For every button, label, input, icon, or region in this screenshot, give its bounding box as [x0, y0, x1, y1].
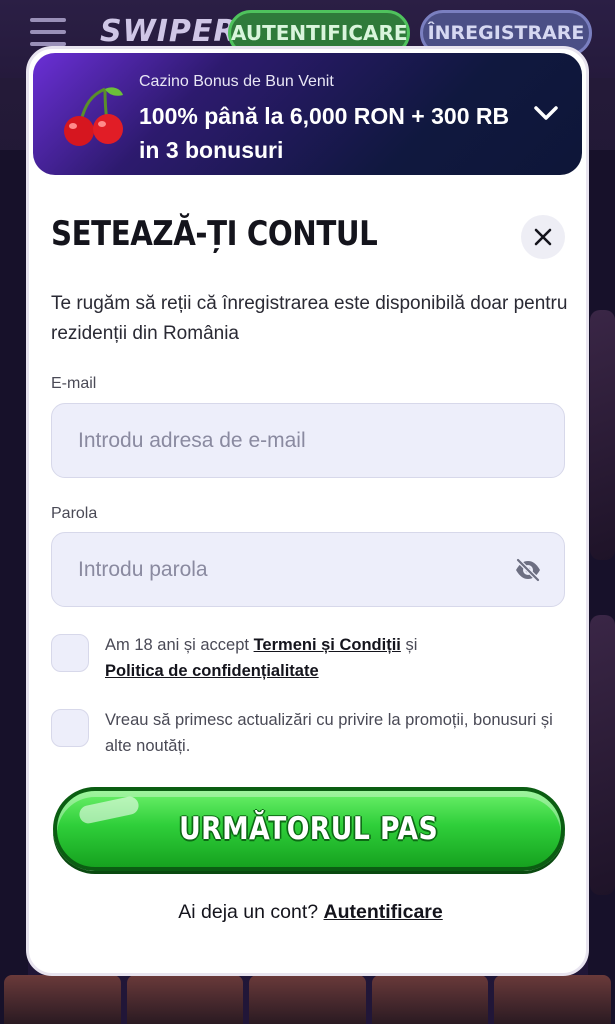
site-logo: SWIPER [100, 14, 238, 49]
close-button[interactable] [521, 215, 565, 259]
menu-icon[interactable] [30, 18, 66, 48]
background-game-tile [590, 310, 615, 560]
background-game-row [0, 975, 615, 1024]
registration-modal: Cazino Bonus de Bun Venit 100% până la 6… [26, 46, 589, 976]
bonus-subtitle: Cazino Bonus de Bun Venit [139, 73, 334, 90]
eye-slash-icon[interactable] [514, 557, 542, 583]
close-icon [534, 228, 552, 246]
email-label: E-mail [51, 375, 97, 392]
background-game-tile [126, 975, 244, 1024]
terms-text-prefix: Am 18 ani și accept [105, 636, 254, 654]
background-column-left [0, 150, 28, 1024]
chevron-down-icon[interactable] [533, 103, 559, 123]
promo-text: Vreau să primesc actualizări cu privire … [105, 711, 553, 755]
promo-checkbox[interactable] [51, 709, 89, 747]
background-game-tile [494, 975, 611, 1024]
background-game-tile [249, 975, 366, 1024]
next-step-label: URMĂTORUL PAS [179, 811, 439, 847]
terms-text-middle: și [400, 636, 418, 654]
button-shine [77, 794, 141, 826]
residency-notice: Te rugăm să reții că înregistrarea este … [51, 293, 568, 344]
password-field-container [51, 532, 565, 607]
terms-checkbox[interactable] [51, 634, 89, 672]
password-label: Parola [51, 505, 98, 522]
modal-title: SETEAZĂ-ȚI CONTUL [51, 214, 378, 254]
background-game-tile [371, 975, 489, 1024]
next-step-button[interactable]: URMĂTORUL PAS [53, 787, 565, 871]
password-input[interactable] [52, 533, 564, 606]
login-prompt-text: Ai deja un cont? [178, 901, 319, 923]
background-game-tile [590, 615, 615, 895]
cherry-icon [64, 87, 123, 146]
privacy-policy-link[interactable]: Politica de confidențialitate [105, 662, 319, 680]
terms-link[interactable]: Termeni și Condiții [254, 636, 401, 654]
welcome-bonus-banner[interactable]: Cazino Bonus de Bun Venit 100% până la 6… [33, 53, 582, 175]
terms-text: Am 18 ani și accept Termeni și Condiții … [105, 632, 555, 684]
login-link[interactable]: Autentificare [324, 901, 443, 923]
login-prompt: Ai deja un cont? Autentificare [29, 901, 586, 924]
bonus-title: 100% până la 6,000 RON + 300 RB in 3 bon… [139, 103, 510, 163]
email-input[interactable] [52, 404, 564, 477]
email-field-container [51, 403, 565, 478]
background-game-tile [4, 975, 121, 1024]
